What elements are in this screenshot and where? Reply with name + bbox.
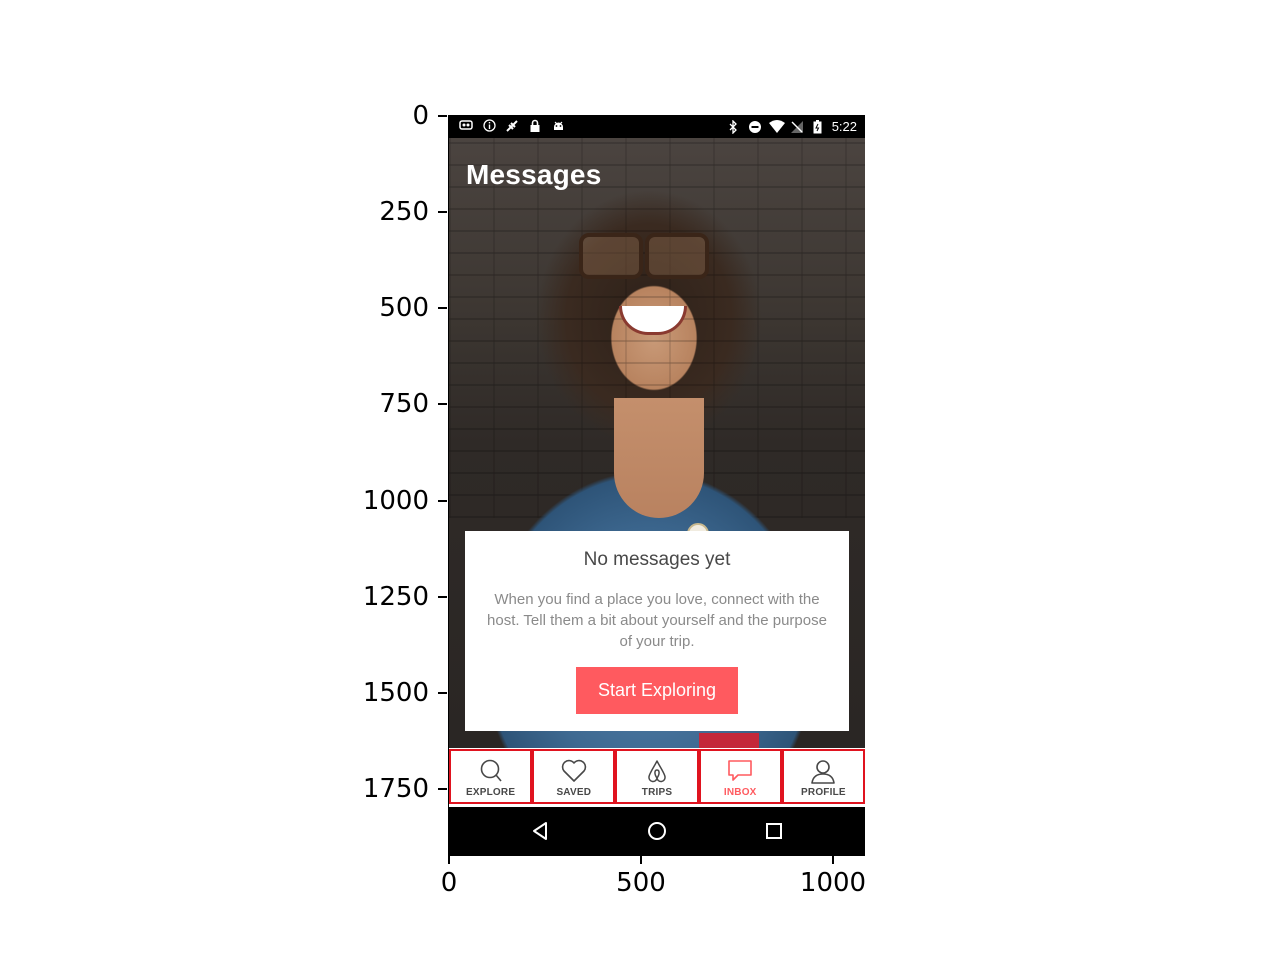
empty-state-card: No messages yet When you find a place yo… <box>465 531 849 731</box>
bluetooth-icon <box>727 118 741 135</box>
tab-saved[interactable]: SAVED <box>532 749 616 804</box>
y-tick-label: 500 <box>379 293 429 323</box>
y-tick-label: 250 <box>379 197 429 227</box>
x-tick <box>448 855 450 864</box>
person-icon <box>809 757 837 785</box>
home-button[interactable] <box>643 817 671 845</box>
chat-bubble-icon <box>726 757 754 785</box>
battery-icon <box>811 119 825 134</box>
wifi-icon <box>768 119 785 134</box>
y-tick-label: 750 <box>379 389 429 419</box>
no-signal-icon <box>790 120 804 134</box>
info-icon <box>482 119 496 133</box>
x-tick <box>640 855 642 864</box>
tab-trips[interactable]: TRIPS <box>615 749 699 804</box>
status-bar: 5:22 <box>449 115 865 138</box>
do-not-disturb-icon <box>748 120 762 134</box>
y-tick-label: 1250 <box>362 582 429 612</box>
tab-label: SAVED <box>556 787 592 798</box>
y-tick <box>438 403 447 405</box>
tab-label: PROFILE <box>801 787 846 798</box>
y-tick-label: 1000 <box>362 486 429 516</box>
search-icon <box>478 757 504 785</box>
bottom-tab-bar: EXPLORE SAVED TRIPS INBOX PROFILE <box>449 748 865 807</box>
notification-icon <box>459 119 473 133</box>
tab-explore[interactable]: EXPLORE <box>449 749 533 804</box>
home-circle-icon <box>648 822 666 840</box>
back-button[interactable] <box>526 817 554 845</box>
tab-label: INBOX <box>723 787 757 798</box>
y-tick <box>438 211 447 213</box>
y-tick <box>438 500 447 502</box>
recents-square-icon <box>766 823 782 839</box>
page-title: Messages <box>466 159 602 190</box>
y-tick <box>438 115 447 117</box>
android-icon <box>551 119 565 133</box>
phone-screen: 5:22 Messages No messages yet When you f… <box>448 115 865 856</box>
back-triangle-icon <box>533 822 547 840</box>
tab-label: TRIPS <box>641 787 673 798</box>
x-tick-label: 1000 <box>799 868 867 898</box>
empty-state-title: No messages yet <box>583 549 731 570</box>
status-time: 5:22 <box>831 119 857 134</box>
tab-label: EXPLORE <box>466 787 516 798</box>
y-tick-label: 0 <box>412 101 429 131</box>
lock-icon <box>528 119 542 133</box>
y-tick-label: 1750 <box>362 774 429 804</box>
x-tick-label: 0 <box>440 868 458 898</box>
satellite-icon <box>505 119 519 133</box>
y-tick <box>438 596 447 598</box>
y-tick <box>438 788 447 790</box>
empty-state-description: When you find a place you love, connect … <box>487 591 827 650</box>
airbnb-logo-icon <box>645 757 669 785</box>
system-nav-bar <box>449 807 865 855</box>
x-tick <box>832 855 834 864</box>
recents-button[interactable] <box>760 817 788 845</box>
tab-inbox[interactable]: INBOX <box>698 749 782 804</box>
x-tick-label: 500 <box>616 868 666 898</box>
tab-profile[interactable]: PROFILE <box>781 749 865 804</box>
y-tick <box>438 692 447 694</box>
heart-icon <box>560 757 588 785</box>
y-tick-label: 1500 <box>362 678 429 708</box>
y-tick <box>438 307 447 309</box>
start-exploring-button[interactable]: Start Exploring <box>576 667 738 714</box>
